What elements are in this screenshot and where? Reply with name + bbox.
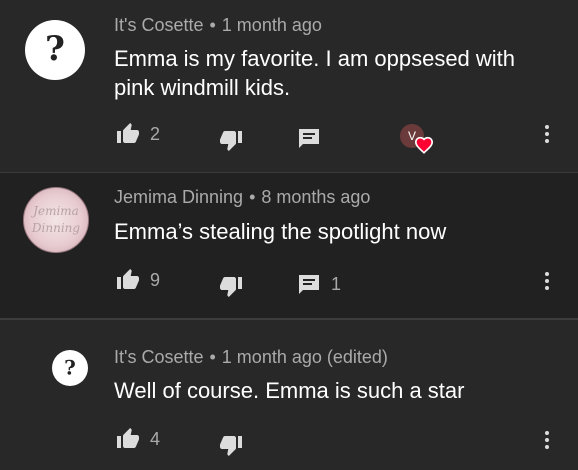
like-count: 9 bbox=[150, 269, 161, 290]
more-vert-icon[interactable] bbox=[542, 125, 552, 146]
thumb-up-icon bbox=[116, 427, 140, 451]
author-name[interactable]: Jemima Dinning bbox=[114, 187, 243, 207]
comment-text: Well of course. Emma is such a star bbox=[114, 378, 465, 403]
creator-heart: V bbox=[400, 124, 440, 158]
comment-meta: Jemima Dinning • 8 months ago bbox=[114, 187, 370, 208]
meta-separator: • bbox=[249, 187, 256, 207]
avatar[interactable]: Jemima Dinning bbox=[23, 187, 89, 253]
comment-meta: It's Cosette • 1 month ago (edited) bbox=[114, 347, 388, 368]
comment-time[interactable]: 8 months ago bbox=[261, 187, 370, 207]
like-button[interactable]: 4 bbox=[116, 427, 160, 451]
dislike-button[interactable] bbox=[219, 433, 243, 457]
comment-text: Emma is my favorite. I am oppsesed with … bbox=[114, 46, 516, 100]
thumb-up-icon bbox=[116, 122, 140, 146]
comment-icon bbox=[297, 126, 321, 150]
more-vert-icon[interactable] bbox=[542, 431, 552, 452]
more-vert-icon[interactable] bbox=[542, 272, 552, 293]
avatar-glyph: ? bbox=[64, 355, 76, 380]
comment-time[interactable]: 1 month ago bbox=[222, 15, 322, 35]
comment-item: ? It's Cosette • 1 month ago Emma is my fa… bbox=[0, 0, 578, 172]
avatar[interactable]: ? bbox=[52, 350, 88, 386]
reply-count: 1 bbox=[331, 273, 342, 294]
dislike-button[interactable] bbox=[219, 128, 243, 152]
thumb-up-icon bbox=[116, 268, 140, 292]
reply-button[interactable]: 1 bbox=[297, 272, 341, 296]
avatar-line: Dinning bbox=[31, 221, 81, 235]
comment-time[interactable]: 1 month ago (edited) bbox=[222, 347, 388, 367]
meta-separator: • bbox=[209, 15, 216, 35]
like-count: 4 bbox=[150, 428, 161, 449]
comment-text: Emma’s stealing the spotlight now bbox=[114, 219, 447, 244]
like-button[interactable]: 9 bbox=[116, 268, 160, 292]
heart-icon bbox=[414, 136, 434, 159]
author-name[interactable]: It's Cosette bbox=[114, 15, 203, 35]
comment-item: Jemima Dinning Jemima Dinning • 8 months a… bbox=[0, 172, 578, 319]
avatar-line: Jemima bbox=[33, 204, 79, 218]
reply-button[interactable] bbox=[297, 126, 321, 150]
thumb-down-icon bbox=[219, 128, 243, 152]
author-name[interactable]: It's Cosette bbox=[114, 347, 203, 367]
thumb-down-icon bbox=[219, 274, 243, 298]
comment-icon bbox=[297, 272, 321, 296]
thumb-down-icon bbox=[219, 433, 243, 457]
comment-meta: It's Cosette • 1 month ago bbox=[114, 15, 322, 36]
meta-separator: • bbox=[209, 347, 216, 367]
avatar-glyph: ? bbox=[45, 29, 65, 70]
like-count: 2 bbox=[150, 123, 161, 144]
like-button[interactable]: 2 bbox=[116, 122, 160, 146]
comment-item: ? It's Cosette • 1 month ago (edited) Well… bbox=[0, 320, 578, 470]
avatar[interactable]: ? bbox=[25, 20, 85, 80]
dislike-button[interactable] bbox=[219, 274, 243, 298]
